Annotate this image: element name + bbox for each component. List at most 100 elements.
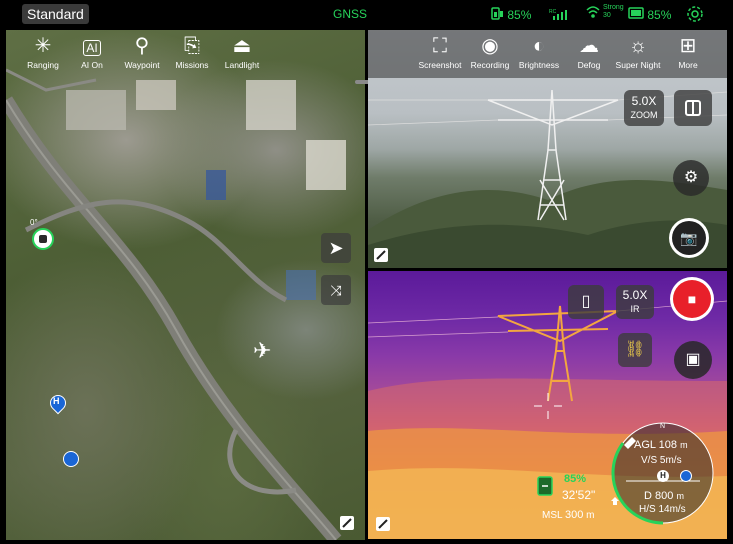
telemetry-battery-icon (536, 475, 556, 502)
tool-brightness-label: Brightness (518, 60, 560, 70)
home-point-label: H (53, 396, 60, 406)
camera-settings-icon: ⚙ (683, 169, 699, 186)
flight-time-value: 32'52" (562, 488, 596, 502)
signal-bars-icon: RC (549, 9, 567, 20)
link-quality-label: Strong (603, 4, 624, 11)
wide-expand-button[interactable] (374, 248, 388, 262)
navigation-arrow-icon: ➤ (328, 238, 344, 258)
hs-label: H/S (639, 504, 656, 515)
screenshot-icon: ⛶ (433, 35, 447, 57)
aircraft-battery-value: 85% (647, 8, 672, 22)
missions-icon: ⎘ (184, 35, 200, 57)
gallery-button[interactable]: ▣ (674, 341, 712, 379)
svg-text:RC: RC (549, 9, 557, 15)
distance-unit: m (676, 491, 684, 501)
landlight-icon: ⏏ (232, 35, 252, 57)
tool-landlight[interactable]: ⏏ Landlight (214, 30, 270, 70)
expand-icon (378, 519, 388, 529)
settings-button[interactable] (686, 5, 704, 28)
tool-super-night[interactable]: ☼ Super Night (610, 30, 666, 70)
ir-expand-button[interactable] (376, 517, 390, 531)
tool-recording-label: Recording (470, 60, 510, 70)
link-signal (585, 4, 601, 25)
wide-zoom-label: ZOOM (630, 110, 658, 120)
expand-icon (342, 518, 352, 528)
expand-icon (376, 250, 386, 260)
tool-more-label: More (678, 60, 698, 70)
map-view[interactable]: ✳ Ranging AI AI On ⚲ Waypoint ⎘ Missions… (6, 30, 365, 540)
rc-battery-value: 85% (507, 8, 532, 22)
split-view-icon (685, 100, 701, 116)
ai-icon: AI (64, 30, 120, 60)
hs-value: 14m/s (658, 504, 686, 515)
ir-palette-button[interactable]: ▯ (568, 285, 604, 319)
pilot-indicator-icon (680, 470, 692, 482)
msl-readout: MSL 300 m (542, 509, 594, 521)
tool-ranging[interactable]: ✳ Ranging (15, 30, 71, 70)
link-quality: Strong 30 (603, 4, 624, 20)
split-view-button[interactable] (674, 90, 712, 126)
ir-zoom-button[interactable]: 5.0X IR (616, 285, 654, 319)
vs-value: 5m/s (659, 455, 682, 466)
distance-readout: D 800 m (644, 490, 684, 502)
tool-waypoint-label: Waypoint (124, 60, 160, 70)
tool-missions[interactable]: ⎘ Missions (164, 30, 220, 70)
record-button[interactable]: ■ (670, 277, 714, 321)
tool-more[interactable]: ⊞ More (660, 30, 716, 70)
wide-zoom-value: 5.0X (631, 94, 657, 108)
locate-button[interactable]: ➤ (321, 233, 351, 263)
agl-readout: AGL 108 m (634, 439, 688, 451)
tool-recording[interactable]: ◉ Recording (462, 30, 518, 70)
tool-missions-label: Missions (175, 60, 209, 70)
route-icon: ⤨ (330, 282, 342, 298)
agl-unit: m (680, 440, 688, 450)
tool-waypoint[interactable]: ⚲ Waypoint (114, 30, 170, 70)
wide-camera-view[interactable]: ⛶ Screenshot ◉ Recording ◐ Brightness ☁ … (368, 30, 727, 268)
camera-icon: 📷 (672, 221, 706, 255)
hs-readout: H/S 14m/s (639, 504, 686, 515)
pilot-location-icon (63, 451, 79, 467)
shutter-button[interactable]: 📷 (669, 218, 709, 258)
tool-ai[interactable]: AI AI On (64, 30, 120, 70)
link-lens-button[interactable]: ⛓ (618, 333, 652, 367)
recording-icon: ◉ (481, 35, 499, 57)
tool-screenshot-label: Screenshot (418, 60, 462, 70)
palette-icon: ▯ (581, 293, 591, 310)
route-button[interactable]: ⤨ (321, 275, 351, 305)
aircraft-battery-status: 85% (628, 7, 671, 22)
heading-value: 0° (30, 218, 38, 227)
tool-ranging-label: Ranging (27, 60, 59, 70)
tool-super-night-label: Super Night (615, 60, 661, 70)
settings-icon (687, 6, 703, 22)
link-quality-value: 30 (603, 12, 611, 19)
tool-brightness[interactable]: ◐ Brightness (511, 30, 567, 70)
msl-label: MSL (542, 510, 563, 521)
tool-ai-label: AI On (81, 60, 103, 70)
video-camera-icon: ■ (673, 280, 711, 318)
telemetry-battery-value: 85% (564, 473, 587, 485)
map-expand-button[interactable] (340, 516, 354, 530)
rc-battery-status: 85% (490, 7, 531, 22)
wide-zoom-button[interactable]: 5.0X ZOOM (624, 90, 664, 126)
tool-landlight-label: Landlight (224, 60, 260, 70)
camera-settings-button[interactable]: ⚙ (673, 160, 709, 196)
ir-zoom-label: IR (630, 304, 640, 314)
msl-value: 300 (564, 509, 584, 521)
signal-strength: RC (549, 7, 571, 26)
link-signal-icon (586, 6, 600, 18)
agl-value: 108 (658, 439, 678, 451)
link-icon: ⛓ (624, 341, 646, 358)
brightness-icon: ◐ (532, 35, 546, 57)
tool-screenshot[interactable]: ⛶ Screenshot (412, 30, 468, 70)
agl-label: AGL (634, 439, 656, 451)
flight-mode-button[interactable]: Standard (22, 4, 89, 24)
msl-unit: m (586, 510, 595, 521)
north-label: N (660, 423, 666, 430)
aircraft-location-icon: ✈ (253, 338, 272, 363)
thermal-camera-view[interactable]: ▯ 5.0X IR ⛓ ■ ▣ 85% 32'52" MSL 300 m N A… (368, 271, 727, 539)
more-icon: ⊞ (679, 35, 697, 57)
tool-defog[interactable]: ☁ Defog (561, 30, 617, 70)
gallery-icon: ▣ (685, 351, 701, 368)
vs-label: V/S (641, 455, 658, 466)
gnss-status: GNSS (333, 7, 368, 21)
